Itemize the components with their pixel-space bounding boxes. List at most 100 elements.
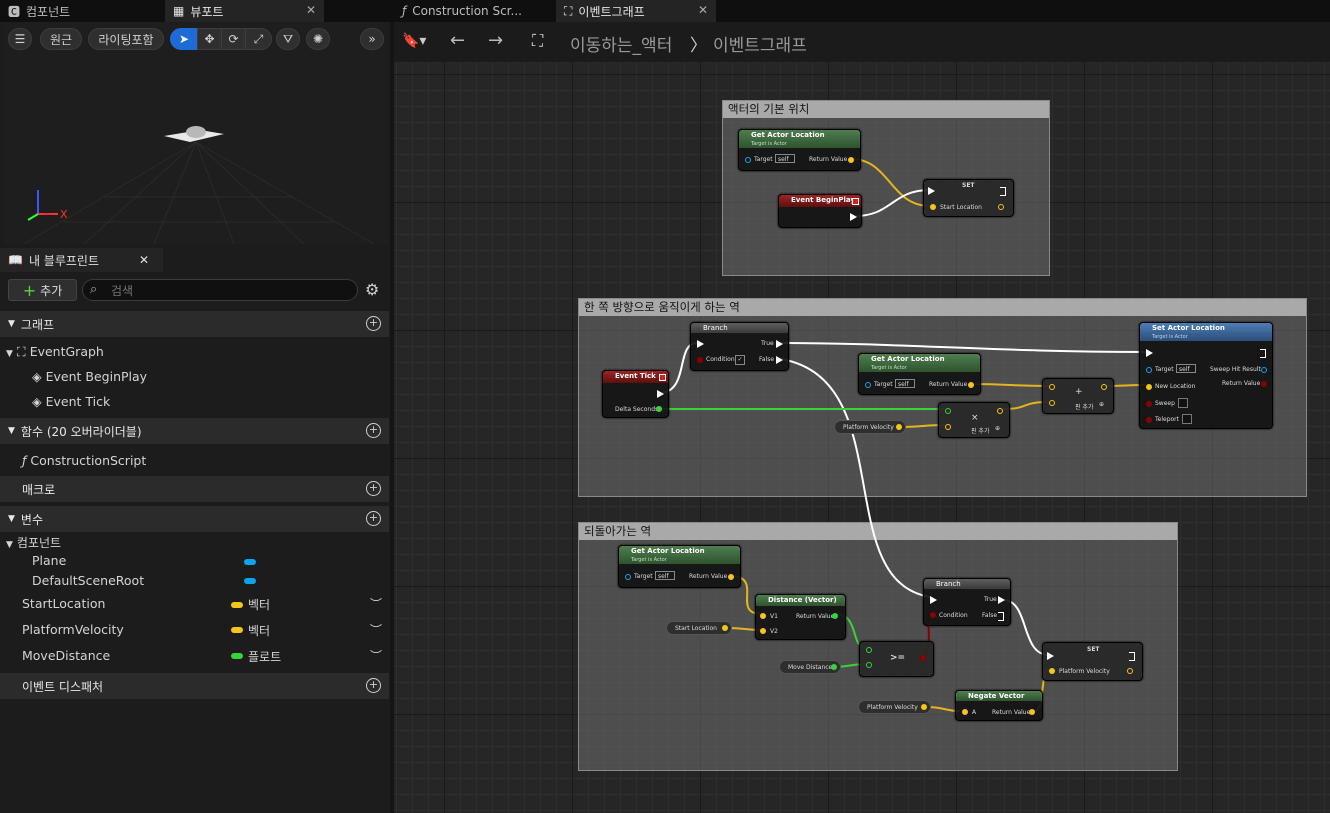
var-node-move-distance[interactable]: Move Distance bbox=[779, 660, 841, 674]
exec-in-pin[interactable] bbox=[697, 340, 704, 348]
condition-pin[interactable] bbox=[930, 612, 936, 618]
node-set-actor-location[interactable]: Set Actor Location Target is Actor Target… bbox=[1139, 322, 1273, 429]
node-event-tick[interactable]: Event Tick Delta Seconds bbox=[602, 370, 669, 418]
exec-out-pin[interactable] bbox=[1129, 652, 1135, 661]
condition-checkbox[interactable]: ✓ bbox=[735, 355, 745, 365]
var-out-pin[interactable] bbox=[921, 704, 927, 710]
node-distance-vector[interactable]: Distance (Vector) V1 Return Value V2 bbox=[755, 594, 846, 640]
sweep-hit-result-label: Sweep Hit Result bbox=[1210, 366, 1261, 373]
exec-in-pin[interactable] bbox=[930, 596, 937, 604]
exec-out-pin[interactable] bbox=[657, 390, 664, 398]
node-get-actor-location-1[interactable]: Get Actor Location Target is Actor Target… bbox=[738, 129, 861, 171]
bool-out-pin[interactable] bbox=[920, 655, 926, 661]
false-label: False bbox=[759, 356, 775, 363]
true-exec-pin[interactable] bbox=[776, 340, 783, 348]
exec-out-pin[interactable] bbox=[850, 213, 857, 221]
a-pin[interactable] bbox=[962, 709, 968, 715]
var-out-pin[interactable] bbox=[722, 625, 728, 631]
float-in-pin-a[interactable] bbox=[866, 647, 872, 653]
false-exec-pin[interactable] bbox=[998, 612, 1004, 621]
self-value[interactable]: self bbox=[1176, 364, 1196, 373]
target-pin[interactable] bbox=[865, 382, 871, 388]
var-label: Move Distance bbox=[788, 664, 833, 671]
node-get-actor-location-3[interactable]: Get Actor Location Target is Actor Target… bbox=[618, 545, 741, 588]
var-node-start-location[interactable]: Start Location bbox=[666, 621, 732, 635]
node-title: SET bbox=[1087, 646, 1100, 653]
add-pin-icon[interactable]: ⊕ bbox=[995, 425, 1000, 432]
return-value-pin[interactable] bbox=[848, 157, 854, 163]
var-out-pin[interactable] bbox=[831, 664, 837, 670]
float-in-pin-b[interactable] bbox=[866, 662, 872, 668]
delta-seconds-label: Delta Seconds bbox=[615, 406, 659, 413]
node-header: Get Actor Location Target is Actor bbox=[859, 354, 980, 372]
condition-pin[interactable] bbox=[697, 357, 703, 363]
node-set-start-location[interactable]: SET Start Location bbox=[923, 179, 1014, 217]
node-negate-vector[interactable]: Negate Vector A Return Value bbox=[955, 690, 1043, 721]
delegate-pin[interactable] bbox=[852, 198, 859, 205]
node-greater-equal[interactable]: >= bbox=[859, 641, 934, 677]
start-location-out-pin[interactable] bbox=[998, 204, 1004, 210]
self-value[interactable]: self bbox=[655, 571, 675, 580]
exec-in-pin[interactable] bbox=[1047, 652, 1054, 660]
true-label: True bbox=[984, 596, 997, 603]
vector-out-pin[interactable] bbox=[997, 408, 1003, 414]
true-exec-pin[interactable] bbox=[998, 596, 1005, 604]
var-node-platform-velocity-2[interactable]: Platform Velocity bbox=[858, 700, 931, 714]
target-pin[interactable] bbox=[1146, 367, 1152, 373]
node-branch-1[interactable]: Branch True Condition ✓ False bbox=[690, 322, 789, 371]
self-value[interactable]: self bbox=[895, 379, 915, 388]
v1-pin[interactable] bbox=[760, 613, 766, 619]
node-header: Get Actor Location Target is Actor bbox=[619, 546, 740, 564]
node-get-actor-location-2[interactable]: Get Actor Location Target is Actor Target… bbox=[858, 353, 981, 395]
teleport-pin[interactable] bbox=[1146, 417, 1152, 423]
node-header: Set Actor Location Target is Actor bbox=[1140, 323, 1272, 341]
var-out-pin[interactable] bbox=[896, 424, 902, 430]
vector-in-pin[interactable] bbox=[945, 424, 951, 430]
node-header: Branch bbox=[691, 323, 788, 333]
vector-out-pin[interactable] bbox=[1101, 384, 1107, 390]
delta-seconds-pin[interactable] bbox=[656, 406, 662, 412]
platform-velocity-in-pin[interactable] bbox=[1049, 668, 1055, 674]
new-location-label: New Location bbox=[1155, 383, 1196, 390]
delegate-pin[interactable] bbox=[659, 374, 666, 381]
return-value-pin[interactable] bbox=[832, 613, 838, 619]
sweep-pin[interactable] bbox=[1146, 401, 1152, 407]
node-title: Get Actor Location bbox=[631, 547, 705, 555]
teleport-checkbox[interactable] bbox=[1182, 414, 1192, 424]
start-location-in-pin[interactable] bbox=[930, 204, 936, 210]
exec-in-pin[interactable] bbox=[1146, 349, 1153, 357]
new-location-pin[interactable] bbox=[1146, 384, 1152, 390]
return-value-label: Return Value bbox=[1222, 380, 1261, 387]
exec-out-pin[interactable] bbox=[1000, 187, 1006, 196]
float-in-pin[interactable] bbox=[945, 408, 951, 414]
node-event-beginplay[interactable]: Event BeginPlay bbox=[778, 194, 862, 228]
false-exec-pin[interactable] bbox=[776, 356, 783, 364]
self-value[interactable]: self bbox=[775, 154, 795, 163]
node-set-platform-velocity[interactable]: SET Platform Velocity bbox=[1042, 642, 1143, 681]
vector-in-pin-b[interactable] bbox=[1049, 400, 1055, 406]
return-value-pin[interactable] bbox=[1261, 381, 1267, 387]
return-value-pin[interactable] bbox=[968, 382, 974, 388]
add-pin-label[interactable]: 핀 추가 bbox=[1075, 402, 1093, 411]
v2-pin[interactable] bbox=[760, 628, 766, 634]
target-pin[interactable] bbox=[745, 157, 751, 163]
exec-out-pin[interactable] bbox=[1260, 349, 1266, 358]
var-node-platform-velocity[interactable]: Platform Velocity bbox=[834, 420, 906, 434]
return-value-pin[interactable] bbox=[728, 574, 734, 580]
node-title: Negate Vector bbox=[968, 692, 1025, 700]
target-label: Target bbox=[1155, 366, 1174, 373]
node-add[interactable]: + 핀 추가 ⊕ bbox=[1042, 378, 1114, 414]
node-branch-2[interactable]: Branch True Condition False bbox=[923, 578, 1011, 626]
platform-velocity-out-pin[interactable] bbox=[1127, 668, 1133, 674]
return-value-pin[interactable] bbox=[1029, 709, 1035, 715]
add-pin-icon[interactable]: ⊕ bbox=[1099, 401, 1104, 408]
sweep-hit-result-pin[interactable] bbox=[1261, 367, 1267, 373]
exec-in-pin[interactable] bbox=[928, 187, 935, 195]
vector-in-pin-a[interactable] bbox=[1049, 384, 1055, 390]
node-title: Get Actor Location bbox=[871, 355, 945, 363]
node-title: Branch bbox=[703, 324, 728, 332]
sweep-checkbox[interactable] bbox=[1178, 398, 1188, 408]
node-multiply[interactable]: × 핀 추가 ⊕ bbox=[938, 402, 1010, 438]
target-pin[interactable] bbox=[625, 574, 631, 580]
add-pin-label[interactable]: 핀 추가 bbox=[971, 426, 989, 435]
